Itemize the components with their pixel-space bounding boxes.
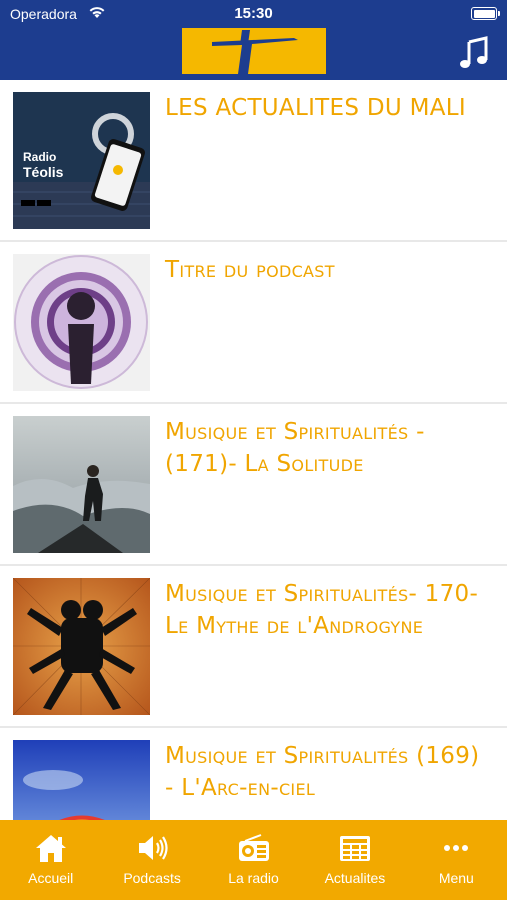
tab-actualites[interactable]: Actualites [304,820,405,900]
tab-menu[interactable]: Menu [406,820,507,900]
podcast-list: Radio Téolis LES ACTUALITES DU MALI Titr… [0,80,507,820]
battery-icon [471,7,500,20]
podcast-title: Musique et Spiritualités - (171)- La Sol… [165,419,425,477]
music-note-icon[interactable] [459,36,489,70]
home-icon [35,835,66,862]
status-bar: Operadora 15:30 [0,0,507,28]
tab-bar: Accueil Podcasts La radio Actualites Men… [0,820,507,900]
tab-la-radio[interactable]: La radio [203,820,304,900]
podcast-thumbnail [13,254,150,391]
thumb-text-teolis: Téolis [23,164,64,180]
podcast-thumbnail [13,416,150,553]
list-item[interactable]: Musique et Spiritualités (169) - L'Arc-e… [0,728,507,820]
podcast-thumbnail [13,740,150,820]
list-item[interactable]: Titre du podcast [0,242,507,404]
podcast-title: Titre du podcast [165,257,335,283]
thumb-text-radio: Radio [23,150,57,164]
podcast-title: Musique et Spiritualités- 170- Le Mythe … [165,581,479,639]
speaker-icon [139,836,168,860]
cross-logo-icon [212,30,298,74]
clock: 15:30 [234,5,273,22]
podcast-title: LES ACTUALITES DU MALI [165,95,466,121]
list-item[interactable]: Musique et Spiritualités- 170- Le Mythe … [0,566,507,728]
cross-logo[interactable] [182,28,326,74]
podcast-title: Musique et Spiritualités (169) - L'Arc-e… [165,743,480,801]
newspaper-icon [339,836,370,861]
list-item[interactable]: Musique et Spiritualités - (171)- La Sol… [0,404,507,566]
tab-podcasts[interactable]: Podcasts [101,820,202,900]
tab-label: Accueil [28,870,74,886]
podcast-thumbnail: Radio Téolis [13,92,150,229]
more-icon [444,845,469,851]
app-header [0,28,507,80]
podcast-thumbnail [13,578,150,715]
tab-label: Actualites [324,870,386,886]
radio-icon [238,834,269,861]
tab-label: Podcasts [123,870,181,886]
tab-accueil[interactable]: Accueil [0,820,101,900]
tab-label: La radio [228,870,279,886]
tab-label: Menu [438,870,474,886]
list-item[interactable]: Radio Téolis LES ACTUALITES DU MALI [0,80,507,242]
